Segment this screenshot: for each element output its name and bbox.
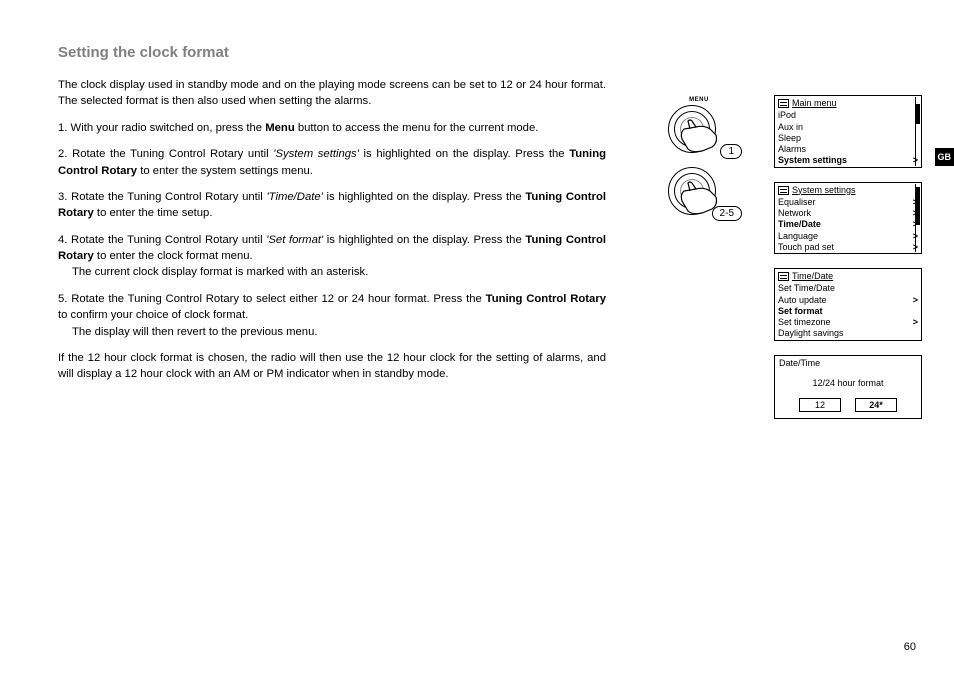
page-number: 60 xyxy=(904,641,916,653)
diagram-column: MENU 1 2-5 xyxy=(606,77,764,229)
menu-row: Aux in xyxy=(775,122,921,133)
option-24: 24* xyxy=(855,398,897,412)
menu-row: Daylight savings xyxy=(775,328,921,339)
menu-row: Network> xyxy=(775,208,921,219)
body-text: The clock display used in standby mode a… xyxy=(58,77,606,393)
step-1: 1. With your radio switched on, press th… xyxy=(58,120,606,136)
menu-row: Set format xyxy=(775,306,921,317)
list-icon xyxy=(778,272,789,281)
menu-row: Language> xyxy=(775,231,921,242)
menu-row: Set timezone> xyxy=(775,317,921,328)
screen-main-menu: Main menu iPodAux inSleepAlarmsSystem se… xyxy=(774,95,922,168)
step-5: 5. Rotate the Tuning Control Rotary to s… xyxy=(58,291,606,340)
menu-row: System settings> xyxy=(775,155,921,166)
menu-row: iPod xyxy=(775,110,921,121)
hand-icon xyxy=(678,119,722,153)
menu-row: Alarms xyxy=(775,144,921,155)
screen-system-settings: System settings Equaliser>Network>Time/D… xyxy=(774,182,922,255)
menu-row: Equaliser> xyxy=(775,197,921,208)
screen-date-time-format: Date/Time 12/24 hour format 12 24* xyxy=(774,355,922,419)
step-badge-2: 2-5 xyxy=(712,206,742,221)
menu-row: Auto update> xyxy=(775,295,921,306)
screens-column: Main menu iPodAux inSleepAlarmsSystem se… xyxy=(774,77,924,433)
outro-paragraph: If the 12 hour clock format is chosen, t… xyxy=(58,350,606,383)
screen-time-date: Time/Date Set Time/DateAuto update>Set f… xyxy=(774,268,922,341)
list-icon xyxy=(778,186,789,195)
language-tab: GB xyxy=(935,148,954,166)
dial-press-diagram: 1 xyxy=(664,105,734,153)
step-2: 2. Rotate the Tuning Control Rotary unti… xyxy=(58,146,606,179)
option-12: 12 xyxy=(799,398,841,412)
step-4: 4. Rotate the Tuning Control Rotary unti… xyxy=(58,232,606,281)
list-icon xyxy=(778,99,789,108)
intro-paragraph: The clock display used in standby mode a… xyxy=(58,77,606,110)
menu-row: Time/Date> xyxy=(775,219,921,230)
menu-row: Touch pad set> xyxy=(775,242,921,253)
dial-rotate-diagram: 2-5 xyxy=(664,167,734,215)
page-title: Setting the clock format xyxy=(58,44,926,61)
menu-label: MENU xyxy=(634,97,764,103)
step-3: 3. Rotate the Tuning Control Rotary unti… xyxy=(58,189,606,222)
menu-row: Set Time/Date xyxy=(775,283,921,294)
step-badge-1: 1 xyxy=(720,144,742,159)
scrollbar xyxy=(915,184,920,253)
menu-row: Sleep xyxy=(775,133,921,144)
scrollbar xyxy=(915,97,920,166)
